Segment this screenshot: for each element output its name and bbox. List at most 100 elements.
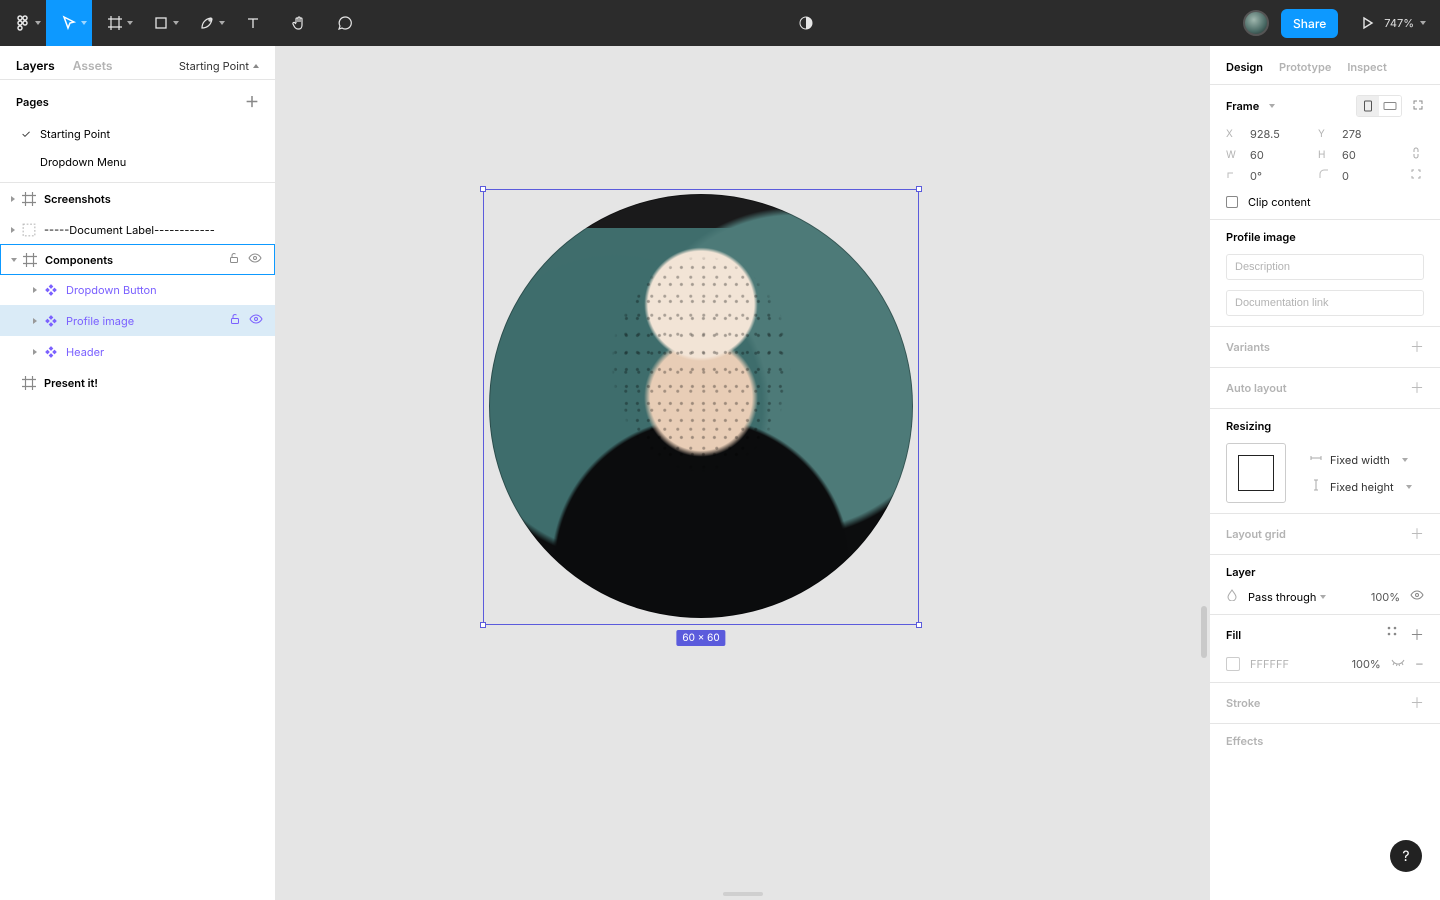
frame-dropdown[interactable]: Frame	[1226, 99, 1275, 113]
canvas[interactable]: 60 × 60	[276, 46, 1209, 900]
add-autolayout-button[interactable]: ＋	[1410, 378, 1424, 398]
frame-tool-button[interactable]	[92, 0, 138, 46]
comment-tool-button[interactable]	[322, 0, 368, 46]
orientation-landscape-button[interactable]	[1379, 96, 1401, 116]
help-button[interactable]: ?	[1390, 840, 1422, 872]
layers-tab[interactable]: Layers	[16, 58, 55, 73]
layer-label: Present it!	[44, 376, 275, 390]
caret-down-icon	[1320, 595, 1326, 599]
canvas-scrollbar[interactable]	[1201, 606, 1207, 658]
unlock-icon[interactable]	[228, 252, 240, 267]
resize-handle-bl[interactable]	[480, 622, 486, 628]
fill-opacity-input[interactable]: 100%	[1352, 657, 1381, 671]
layer-row-screenshots[interactable]: Screenshots	[0, 183, 275, 214]
blend-mode-dropdown[interactable]: Pass through	[1248, 590, 1326, 604]
pages-header: Pages ＋	[0, 80, 275, 120]
resize-handle-tr[interactable]	[916, 186, 922, 192]
resize-to-fit-button[interactable]	[1412, 99, 1424, 114]
panel-resize-grip[interactable]	[723, 892, 763, 896]
prototype-tab[interactable]: Prototype	[1279, 60, 1331, 74]
page-row-starting-point[interactable]: ✓ Starting Point	[0, 120, 275, 148]
eye-icon[interactable]	[1410, 589, 1424, 604]
add-layoutgrid-button[interactable]: ＋	[1410, 524, 1424, 544]
page-selector[interactable]: Starting Point	[179, 59, 259, 73]
component-icon	[44, 345, 58, 359]
caret-down-icon	[219, 21, 225, 25]
remove-fill-button[interactable]: −	[1415, 655, 1424, 672]
layer-opacity-input[interactable]: 100%	[1371, 590, 1400, 604]
y-input[interactable]: 278	[1342, 127, 1400, 141]
inspect-tab[interactable]: Inspect	[1347, 60, 1386, 74]
chevron-right-icon	[33, 318, 37, 324]
corner-radius-input[interactable]: 0	[1342, 169, 1400, 183]
h-input[interactable]: 60	[1342, 148, 1400, 162]
add-stroke-button[interactable]: ＋	[1410, 693, 1424, 713]
page-row-dropdown-menu[interactable]: Dropdown Menu	[0, 148, 275, 176]
caret-down-icon	[1269, 104, 1275, 108]
add-page-button[interactable]: ＋	[245, 92, 259, 112]
main-area: Layers Assets Starting Point Pages ＋ ✓ S…	[0, 46, 1440, 900]
hand-tool-button[interactable]	[276, 0, 322, 46]
share-button[interactable]: Share	[1281, 9, 1338, 38]
unlock-icon[interactable]	[229, 313, 241, 328]
autolayout-section: Auto layout ＋	[1210, 368, 1440, 409]
constrain-proportions-button[interactable]	[1410, 147, 1424, 162]
design-tab[interactable]: Design	[1226, 60, 1263, 74]
page-label: Starting Point	[40, 127, 110, 141]
assets-tab[interactable]: Assets	[73, 58, 113, 73]
user-avatar[interactable]	[1243, 10, 1269, 36]
caret-down-icon	[173, 21, 179, 25]
eye-icon[interactable]	[249, 313, 263, 328]
caret-down-icon	[35, 21, 41, 25]
layer-row-document-label[interactable]: -----Document Label------------	[0, 214, 275, 245]
left-panel-tabs: Layers Assets Starting Point	[0, 46, 275, 80]
text-tool-button[interactable]	[230, 0, 276, 46]
eye-icon[interactable]	[248, 252, 262, 267]
selection-box[interactable]: 60 × 60	[483, 189, 919, 625]
clip-content-checkbox[interactable]: Clip content	[1226, 195, 1424, 209]
present-button[interactable]	[1350, 0, 1384, 46]
w-input[interactable]: 60	[1250, 148, 1308, 162]
fill-styles-button[interactable]	[1386, 625, 1398, 645]
layer-row-header[interactable]: Header	[0, 336, 275, 367]
variants-section: Variants ＋	[1210, 327, 1440, 368]
resize-handle-tl[interactable]	[480, 186, 486, 192]
add-variant-button[interactable]: ＋	[1410, 337, 1424, 357]
toolbar-left	[0, 0, 368, 46]
resize-handle-br[interactable]	[916, 622, 922, 628]
page-selector-label: Starting Point	[179, 59, 249, 73]
resize-width-dropdown[interactable]: Fixed width	[1310, 452, 1424, 467]
eye-closed-icon[interactable]	[1391, 657, 1405, 671]
stroke-title: Stroke	[1226, 696, 1260, 710]
layer-row-profile-image[interactable]: Profile image	[0, 305, 275, 336]
layer-row-present-it[interactable]: Present it!	[0, 367, 275, 398]
vertical-resize-icon	[1310, 479, 1322, 494]
shape-tool-button[interactable]	[138, 0, 184, 46]
figma-menu-button[interactable]	[0, 0, 46, 46]
rotation-input[interactable]: 0°	[1250, 169, 1308, 183]
constraints-widget[interactable]	[1226, 443, 1286, 503]
component-description-input[interactable]	[1226, 254, 1424, 280]
caret-down-icon	[1402, 458, 1408, 462]
pen-tool-button[interactable]	[184, 0, 230, 46]
zoom-dropdown[interactable]: 747%	[1384, 16, 1440, 30]
resize-height-dropdown[interactable]: Fixed height	[1310, 479, 1424, 494]
fill-section: Fill ＋ FFFFFF 100% −	[1210, 615, 1440, 683]
layer-row-components[interactable]: Components	[0, 244, 275, 275]
x-input[interactable]: 928.5	[1250, 127, 1308, 141]
component-doclink-input[interactable]	[1226, 290, 1424, 316]
add-fill-button[interactable]: ＋	[1410, 625, 1424, 645]
component-section: Profile image	[1210, 220, 1440, 327]
orientation-portrait-button[interactable]	[1357, 96, 1379, 116]
h-label: H	[1318, 149, 1332, 161]
toolbar-center	[791, 0, 821, 46]
independent-corners-button[interactable]	[1410, 168, 1424, 183]
layer-label: Components	[45, 253, 228, 267]
layoutgrid-title: Layout grid	[1226, 527, 1286, 541]
layer-row-dropdown-button[interactable]: Dropdown Button	[0, 274, 275, 305]
fill-color-swatch[interactable]	[1226, 657, 1240, 671]
move-tool-button[interactable]	[46, 0, 92, 46]
toolbar-right: Share 747%	[1243, 0, 1440, 46]
fill-hex-input[interactable]: FFFFFF	[1250, 657, 1289, 671]
theme-icon[interactable]	[791, 15, 821, 31]
